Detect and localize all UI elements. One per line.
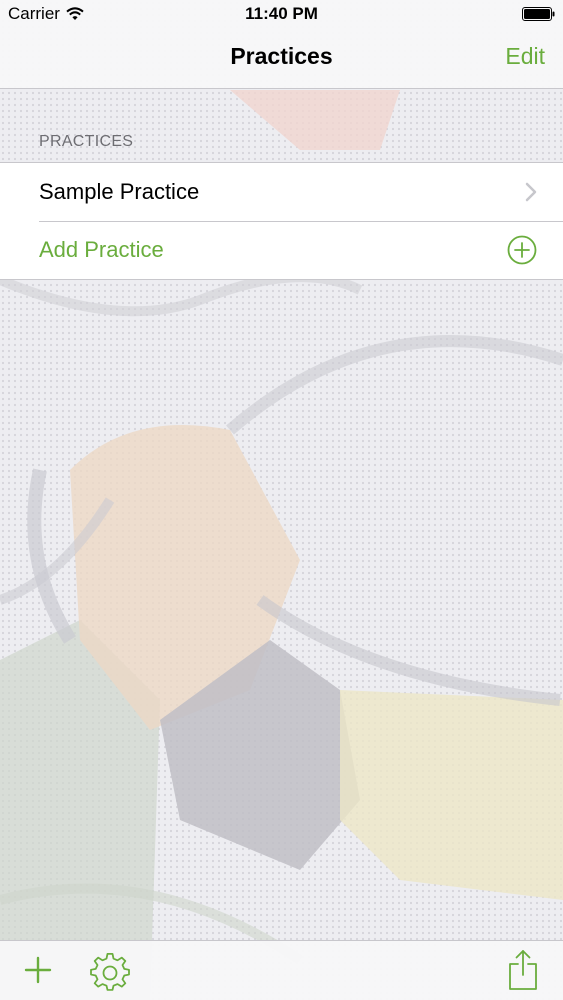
page-title: Practices bbox=[230, 43, 333, 69]
section-header: PRACTICES bbox=[39, 133, 134, 150]
status-time: 11:40 PM bbox=[245, 4, 318, 23]
bottom-toolbar bbox=[0, 940, 563, 1000]
chevron-right-icon bbox=[525, 182, 537, 202]
plus-icon[interactable] bbox=[24, 956, 52, 984]
practices-group: Sample Practice Add Practice bbox=[0, 162, 563, 280]
status-bar: Carrier 11:40 PM bbox=[0, 0, 563, 30]
add-circle-icon[interactable] bbox=[507, 235, 537, 265]
add-practice-label: Add Practice bbox=[39, 237, 164, 262]
edit-button[interactable]: Edit bbox=[505, 43, 545, 70]
add-practice-row[interactable]: Add Practice bbox=[0, 221, 563, 279]
row-label: Sample Practice bbox=[39, 179, 200, 204]
gear-icon[interactable] bbox=[90, 953, 130, 993]
battery-icon bbox=[522, 7, 555, 21]
sample-practice-row[interactable]: Sample Practice bbox=[0, 163, 563, 221]
share-icon[interactable] bbox=[508, 949, 538, 991]
